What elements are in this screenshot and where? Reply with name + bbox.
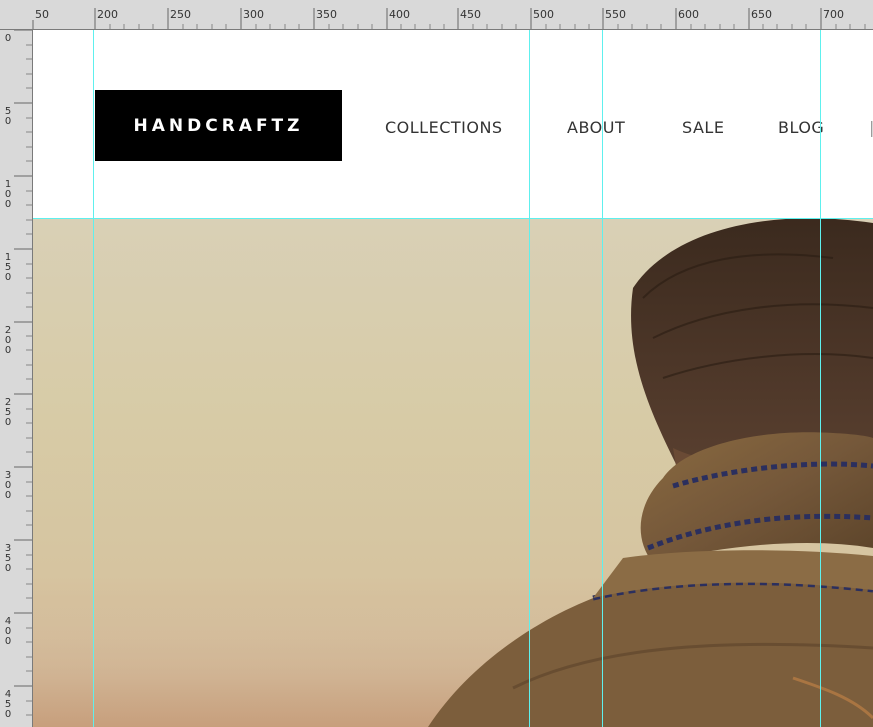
- ruler-label: 450: [460, 8, 481, 21]
- ruler-ticks: [32, 8, 866, 29]
- ruler-label: 0: [4, 33, 12, 44]
- ruler-label: 200: [4, 325, 12, 356]
- guide-vertical[interactable]: [602, 30, 603, 727]
- ruler-label: 650: [751, 8, 772, 21]
- nav-item-sale[interactable]: SALE: [682, 118, 724, 137]
- nav-item-about[interactable]: ABOUT: [567, 118, 625, 137]
- ruler-label: 300: [243, 8, 264, 21]
- nav-item-cutoff[interactable]: |: [869, 118, 873, 137]
- guide-vertical[interactable]: [93, 30, 94, 727]
- ruler-label: 200: [97, 8, 118, 21]
- nav-item-blog[interactable]: BLOG: [778, 118, 824, 137]
- ruler-label: 300: [4, 470, 12, 501]
- site-logo[interactable]: HANDCRAFTZ: [95, 90, 342, 161]
- guide-vertical[interactable]: [529, 30, 530, 727]
- guide-horizontal[interactable]: [33, 218, 873, 219]
- ruler-label: 250: [170, 8, 191, 21]
- ruler-label: 350: [316, 8, 337, 21]
- hero-photo-illustration: [33, 218, 873, 727]
- guide-vertical[interactable]: [820, 30, 821, 727]
- ruler-label: 450: [4, 689, 12, 720]
- horizontal-ruler[interactable]: 50 200 250 300 350 400 450 500 550 600 6…: [0, 0, 873, 30]
- ruler-label: 400: [389, 8, 410, 21]
- ruler-label: 250: [4, 397, 12, 428]
- ruler-label: 350: [4, 543, 12, 574]
- hero-image: [33, 218, 873, 727]
- ruler-label: 550: [605, 8, 626, 21]
- vertical-ruler[interactable]: 0 50 100 150 200 250 300 350 400 450: [0, 30, 33, 727]
- site-header: HANDCRAFTZ COLLECTIONS ABOUT SALE BLOG |: [33, 30, 873, 218]
- ruler-label: 50: [4, 106, 12, 127]
- ruler-label: 100: [4, 179, 12, 210]
- ruler-label: 700: [823, 8, 844, 21]
- ruler-label: 600: [678, 8, 699, 21]
- nav-item-collections[interactable]: COLLECTIONS: [385, 118, 503, 137]
- ruler-label: 150: [4, 252, 12, 283]
- design-canvas[interactable]: HANDCRAFTZ COLLECTIONS ABOUT SALE BLOG |: [33, 30, 873, 727]
- ruler-label: 500: [533, 8, 554, 21]
- ruler-label: 400: [4, 616, 12, 647]
- ruler-label: 50: [35, 8, 49, 21]
